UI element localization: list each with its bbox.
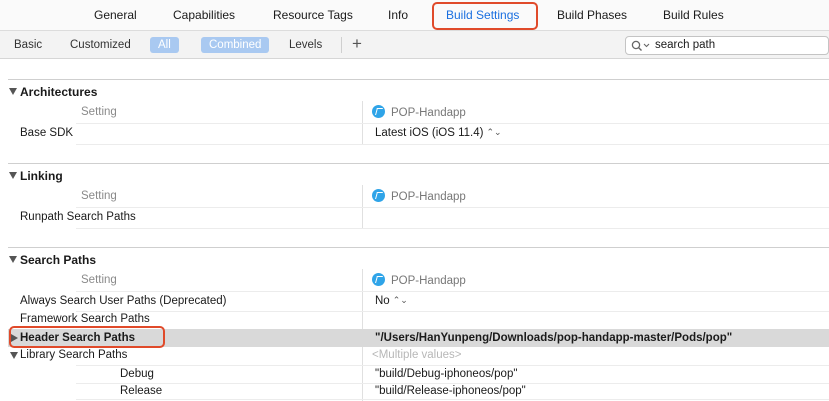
app-target-icon	[372, 105, 385, 118]
setting-library-search-paths-debug[interactable]: Debug	[120, 368, 154, 380]
row-divider	[76, 365, 829, 366]
target-name: POP-Handapp	[391, 107, 466, 119]
tab-build-phases[interactable]: Build Phases	[557, 0, 627, 31]
row-divider	[76, 399, 829, 400]
filter-customized-button[interactable]: Customized	[70, 37, 131, 53]
search-input-value[interactable]: search path	[655, 39, 715, 51]
column-header-setting: Setting	[81, 190, 117, 202]
disclosure-triangle-expanded-icon[interactable]	[9, 256, 17, 263]
section-title-search-paths[interactable]: Search Paths	[20, 253, 96, 267]
tab-capabilities[interactable]: Capabilities	[173, 0, 235, 31]
add-setting-button[interactable]: +	[352, 35, 362, 53]
setting-value-header-search-paths[interactable]: "/Users/HanYunpeng/Downloads/pop-handapp…	[375, 332, 732, 344]
setting-value-library-search-paths[interactable]: <Multiple values>	[372, 349, 462, 361]
setting-always-search-user-paths[interactable]: Always Search User Paths (Deprecated)	[20, 295, 226, 307]
target-name: POP-Handapp	[391, 191, 466, 203]
disclosure-triangle-expanded-icon[interactable]	[9, 88, 17, 95]
editor-tab-bar: General Capabilities Resource Tags Info …	[0, 0, 829, 31]
disclosure-triangle-collapsed-icon[interactable]	[11, 334, 18, 342]
always-search-value-text: No	[375, 295, 390, 307]
popup-stepper-icon: ⌃⌄	[392, 295, 408, 305]
base-sdk-value-text: Latest iOS (iOS 11.4)	[375, 127, 484, 139]
disclosure-triangle-expanded-icon[interactable]	[10, 352, 18, 359]
row-divider	[76, 291, 829, 292]
setting-library-search-paths[interactable]: Library Search Paths	[20, 349, 127, 361]
filter-levels-button[interactable]: Levels	[289, 37, 322, 53]
tab-build-rules[interactable]: Build Rules	[663, 0, 724, 31]
section-divider	[8, 79, 829, 80]
tab-general[interactable]: General	[94, 0, 137, 31]
column-header-setting: Setting	[81, 274, 117, 286]
column-header-setting: Setting	[81, 106, 117, 118]
app-target-icon	[372, 189, 385, 202]
section-title-architectures[interactable]: Architectures	[20, 85, 97, 99]
column-header-target: POP-Handapp	[372, 105, 466, 119]
search-field[interactable]: search path	[625, 36, 829, 55]
row-divider	[76, 311, 829, 312]
target-name: POP-Handapp	[391, 275, 466, 287]
disclosure-triangle-expanded-icon[interactable]	[9, 172, 17, 179]
tab-info[interactable]: Info	[388, 0, 408, 31]
tab-resource-tags[interactable]: Resource Tags	[273, 0, 353, 31]
filter-bar: Basic Customized All Combined Levels + s…	[0, 31, 829, 59]
setting-library-search-paths-release[interactable]: Release	[120, 385, 162, 397]
section-divider	[8, 247, 829, 248]
section-divider	[8, 163, 829, 164]
setting-value-library-search-paths-debug[interactable]: "build/Debug-iphoneos/pop"	[375, 368, 517, 380]
setting-framework-search-paths[interactable]: Framework Search Paths	[20, 313, 150, 325]
setting-value-library-search-paths-release[interactable]: "build/Release-iphoneos/pop"	[375, 385, 526, 397]
setting-value-base-sdk[interactable]: Latest iOS (iOS 11.4) ⌃⌄	[375, 127, 502, 139]
row-divider	[76, 123, 829, 124]
setting-runpath-search-paths[interactable]: Runpath Search Paths	[20, 211, 136, 223]
column-header-target: POP-Handapp	[372, 189, 466, 203]
column-header-target: POP-Handapp	[372, 273, 466, 287]
row-divider	[76, 207, 829, 208]
row-divider	[76, 383, 829, 384]
row-divider	[76, 228, 829, 229]
row-divider	[76, 144, 829, 145]
tab-build-settings[interactable]: Build Settings	[446, 0, 519, 31]
section-title-linking[interactable]: Linking	[20, 169, 63, 183]
filter-basic-button[interactable]: Basic	[14, 37, 42, 53]
filter-combined-button[interactable]: Combined	[201, 37, 270, 53]
setting-base-sdk[interactable]: Base SDK	[20, 127, 73, 139]
filter-all-button[interactable]: All	[150, 37, 179, 53]
setting-value-always-search-user-paths[interactable]: No ⌃⌄	[375, 295, 408, 307]
popup-stepper-icon: ⌃⌄	[486, 127, 502, 137]
search-icon	[631, 40, 650, 51]
filter-separator	[341, 37, 342, 53]
app-target-icon	[372, 273, 385, 286]
setting-header-search-paths[interactable]: Header Search Paths	[20, 332, 135, 344]
